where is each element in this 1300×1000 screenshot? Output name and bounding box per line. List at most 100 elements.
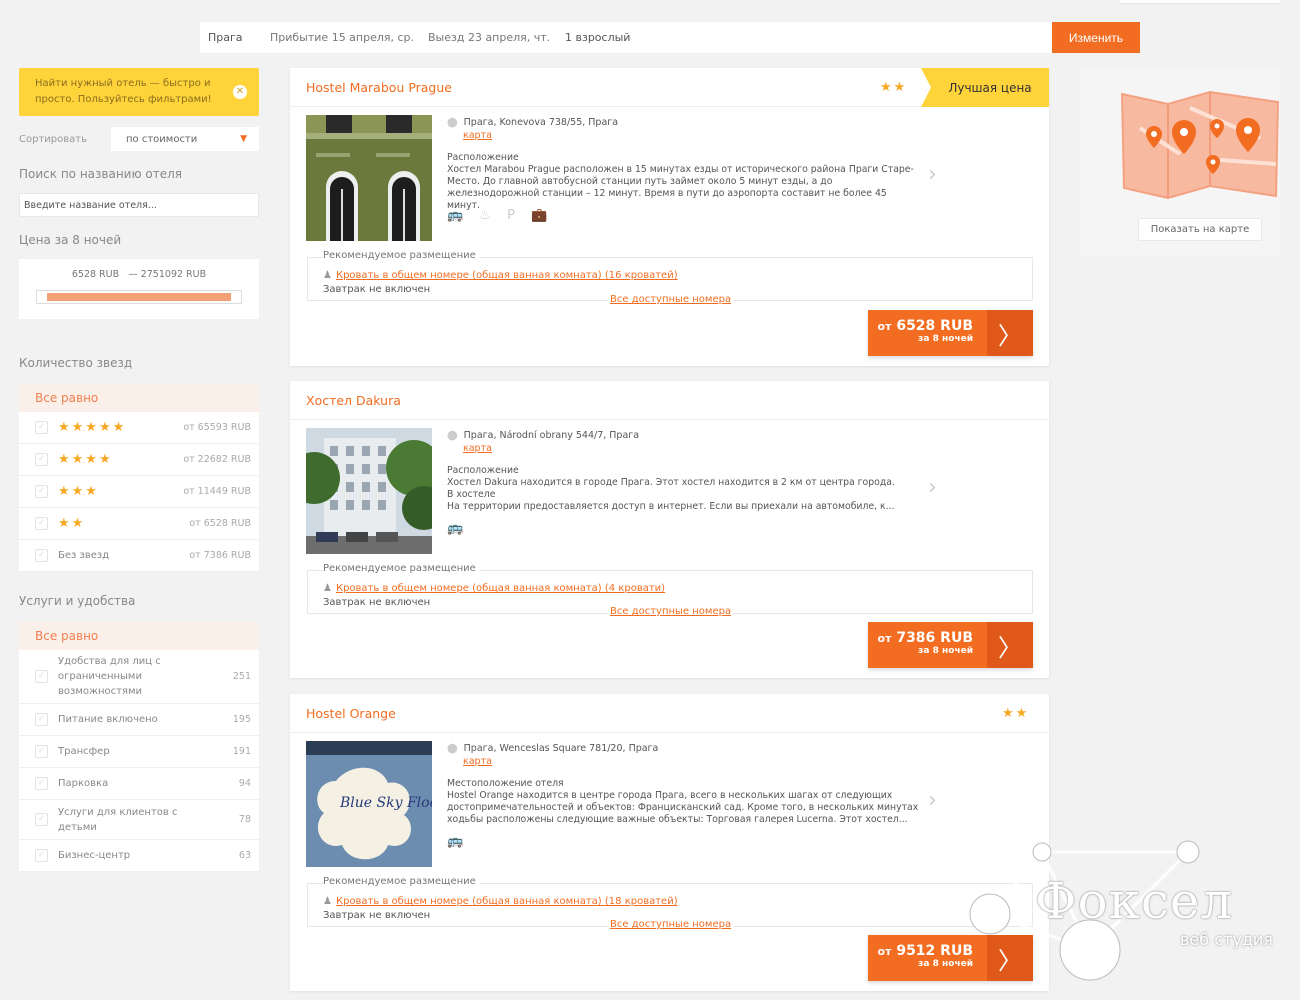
recommended-room-title: Рекомендуемое размещение bbox=[323, 876, 480, 887]
hotel-description-title: Местоположение отеля bbox=[447, 778, 564, 789]
checkbox[interactable]: ✓ bbox=[35, 485, 48, 498]
services-filter-count: 94 bbox=[238, 778, 251, 789]
amenity-icons: 🚌 ♨ P 💼 bbox=[447, 208, 554, 223]
services-filter-row[interactable]: ✓ Бизнес-центр 63 bbox=[19, 840, 259, 872]
hotel-name[interactable]: Хостел Dakura bbox=[306, 393, 401, 408]
hotel-stars: ★★ bbox=[880, 79, 908, 95]
stars-filter-row[interactable]: ✓ ★★★★ от 22682 RUB bbox=[19, 444, 259, 476]
city-field[interactable]: Прага bbox=[200, 31, 262, 44]
stars-filter-all[interactable]: Все равно bbox=[19, 384, 259, 412]
stars-filter-min-price: от 65593 RUB bbox=[183, 422, 251, 433]
change-search-button[interactable]: Изменить bbox=[1052, 22, 1140, 53]
services-filter-count: 78 bbox=[238, 814, 251, 825]
price-slider[interactable] bbox=[36, 290, 242, 304]
services-filter-all[interactable]: Все равно bbox=[19, 622, 259, 650]
arrival-date-field[interactable]: Прибытие 15 апреля, ср. bbox=[262, 31, 420, 44]
chevron-right-icon: 〉 bbox=[987, 622, 1033, 668]
all-rooms-link[interactable]: Все доступные номера bbox=[608, 919, 734, 930]
services-filter-row[interactable]: ✓ Услуги для клиентов с детьми 78 bbox=[19, 800, 259, 840]
breakfast-info: Завтрак не включен bbox=[323, 910, 431, 921]
checkbox[interactable]: ✓ bbox=[35, 713, 48, 726]
svg-text:Blue Sky Floor Rooms: Blue Sky Floor Rooms bbox=[339, 795, 432, 811]
hotel-card: Хостел Dakura ⬤ Прага, Národní obrany 544… bbox=[290, 381, 1049, 678]
guests-field[interactable]: 1 взрослый bbox=[557, 31, 1052, 44]
services-filter-label: Питание включено bbox=[58, 714, 158, 725]
stars-filter-row[interactable]: ✓ ★★★★★ от 65593 RUB bbox=[19, 412, 259, 444]
price-button[interactable]: от 9512 RUB за 8 ночей 〉 bbox=[868, 935, 1033, 981]
show-on-map-button[interactable]: Показать на карте bbox=[1138, 218, 1262, 241]
room-link[interactable]: ♟ Кровать в общем номере (общая ванная ко… bbox=[323, 896, 678, 907]
checkbox[interactable]: ✓ bbox=[35, 517, 48, 530]
star-rating: ★★★★★ bbox=[58, 420, 127, 435]
services-filter-label: Бизнес-центр bbox=[58, 850, 131, 861]
hotel-name-input[interactable]: Введите название отеля... bbox=[19, 193, 259, 217]
stars-filter-label: Без звезд bbox=[58, 550, 110, 561]
sort-row: Сортировать по стоимости ▼ bbox=[19, 127, 259, 151]
services-filter-list: ✓ Удобства для лиц с ограниченными возмож… bbox=[19, 650, 259, 872]
hotel-photo[interactable]: Blue Sky Floor Rooms bbox=[306, 741, 432, 867]
stars-filter-title: Количество звезд bbox=[19, 356, 133, 370]
stars-filter-row[interactable]: ✓ Без звезд от 7386 RUB bbox=[19, 540, 259, 572]
price-amount: от 7386 RUB bbox=[868, 631, 973, 646]
services-filter-title: Услуги и удобства bbox=[19, 594, 136, 608]
hotel-card: Hostel Orange ★★ Blue Sky Floor Rooms ⬤ П… bbox=[290, 694, 1049, 991]
departure-date-field[interactable]: Выезд 23 апреля, чт. bbox=[420, 31, 557, 44]
hotel-photo[interactable] bbox=[306, 115, 432, 241]
price-value: 9512 RUB bbox=[896, 943, 973, 959]
search-bar: Прага Прибытие 15 апреля, ср. Выезд 23 а… bbox=[200, 22, 1140, 53]
filter-hint-banner: Найти нужный отель — быстро и просто. По… bbox=[19, 68, 259, 116]
services-filter-count: 251 bbox=[232, 671, 251, 682]
header-user-tab[interactable] bbox=[1120, 0, 1280, 3]
breakfast-info: Завтрак не включен bbox=[323, 597, 431, 608]
chevron-right-icon[interactable]: › bbox=[928, 162, 937, 187]
checkbox[interactable]: ✓ bbox=[35, 813, 48, 826]
map-pin-icon: ⬤ bbox=[447, 430, 458, 441]
hotel-address-text: Прага, Konevova 738/55, Прага bbox=[463, 117, 619, 128]
hotel-address: ⬤ Прага, Konevova 738/55, Прага bbox=[447, 117, 618, 128]
checkbox[interactable]: ✓ bbox=[35, 849, 48, 862]
hotel-address: ⬤ Прага, Národní obrany 544/7, Прага bbox=[447, 430, 639, 441]
room-link[interactable]: ♟ Кровать в общем номере (общая ванная ко… bbox=[323, 583, 665, 594]
price-prefix: от bbox=[877, 945, 892, 958]
hotel-name[interactable]: Hostel Orange bbox=[306, 706, 396, 721]
services-filter-count: 191 bbox=[232, 746, 251, 757]
amenity-icons: 🚌 bbox=[447, 521, 470, 536]
services-filter-row[interactable]: ✓ Удобства для лиц с ограниченными возмож… bbox=[19, 650, 259, 704]
price-button[interactable]: от 7386 RUB за 8 ночей 〉 bbox=[868, 622, 1033, 668]
room-link[interactable]: ♟ Кровать в общем номере (общая ванная ко… bbox=[323, 270, 678, 281]
all-rooms-link[interactable]: Все доступные номера bbox=[608, 294, 734, 305]
hotel-map-link[interactable]: карта bbox=[463, 130, 492, 141]
close-icon[interactable]: ✕ bbox=[233, 85, 247, 99]
hotel-map-link[interactable]: карта bbox=[463, 756, 492, 767]
checkbox[interactable]: ✓ bbox=[35, 421, 48, 434]
stars-filter-row[interactable]: ✓ ★★ от 6528 RUB bbox=[19, 508, 259, 540]
map-pin-icon: ⬤ bbox=[447, 743, 458, 754]
checkbox[interactable]: ✓ bbox=[35, 777, 48, 790]
hotel-map-link[interactable]: карта bbox=[463, 443, 492, 454]
price-amount: от 9512 RUB bbox=[868, 944, 973, 959]
checkbox[interactable]: ✓ bbox=[35, 670, 48, 683]
stars-filter-row[interactable]: ✓ ★★★ от 11449 RUB bbox=[19, 476, 259, 508]
checkbox[interactable]: ✓ bbox=[35, 549, 48, 562]
services-filter-row[interactable]: ✓ Питание включено 195 bbox=[19, 704, 259, 736]
stars-filter-min-price: от 6528 RUB bbox=[189, 518, 251, 529]
best-price-badge: Лучшая цена bbox=[921, 68, 1049, 107]
services-filter-row[interactable]: ✓ Парковка 94 bbox=[19, 768, 259, 800]
services-filter-row[interactable]: ✓ Трансфер 191 bbox=[19, 736, 259, 768]
sort-select[interactable]: по стоимости ▼ bbox=[111, 127, 259, 151]
name-search-title: Поиск по названию отеля bbox=[19, 167, 182, 181]
hotel-name[interactable]: Hostel Marabou Prague bbox=[306, 80, 452, 95]
hotel-photo[interactable] bbox=[306, 428, 432, 554]
price-filter: 6528 RUB — 2751092 RUB bbox=[19, 259, 259, 319]
price-min: 6528 RUB bbox=[71, 269, 120, 280]
star-rating: ★★★ bbox=[58, 484, 99, 499]
price-nights: за 8 ночей bbox=[918, 646, 973, 656]
price-button[interactable]: от 6528 RUB за 8 ночей 〉 bbox=[868, 310, 1033, 356]
checkbox[interactable]: ✓ bbox=[35, 453, 48, 466]
checkbox[interactable]: ✓ bbox=[35, 745, 48, 758]
chevron-right-icon[interactable]: › bbox=[928, 788, 937, 813]
services-filter-count: 195 bbox=[232, 714, 251, 725]
stars-filter-min-price: от 11449 RUB bbox=[183, 486, 251, 497]
all-rooms-link[interactable]: Все доступные номера bbox=[608, 606, 734, 617]
chevron-right-icon[interactable]: › bbox=[928, 475, 937, 500]
